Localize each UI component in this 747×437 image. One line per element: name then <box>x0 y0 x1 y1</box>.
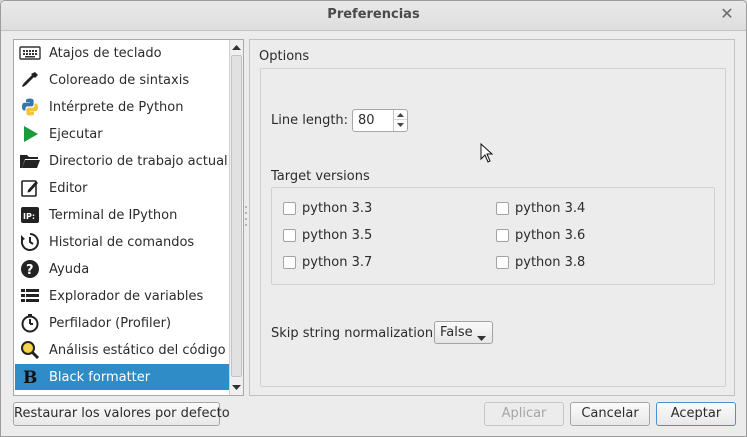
sidebar-item-label: Directorio de trabajo actual <box>49 153 228 169</box>
sidebar-item-run[interactable]: Ejecutar <box>15 121 229 147</box>
checkbox-label: python 3.5 <box>302 228 373 243</box>
checkbox-box[interactable] <box>283 256 296 269</box>
sidebar-item-label: Historial de comandos <box>49 234 195 250</box>
scroll-down-arrow-icon[interactable] <box>230 381 243 395</box>
preferences-dialog: Preferencias ✕ Atajos de teclado Colorea… <box>0 0 747 437</box>
splitter-handle[interactable] <box>245 206 248 226</box>
scrollbar-thumb[interactable] <box>231 55 242 377</box>
sidebar-item-label: Intérprete de Python <box>49 99 184 115</box>
checkbox-python-3-8[interactable]: python 3.8 <box>496 255 585 270</box>
play-icon <box>19 123 41 145</box>
svg-text:?: ? <box>26 263 34 278</box>
chevron-down-icon <box>477 330 486 345</box>
sidebar-item-code-analysis[interactable]: Análisis estático del código <box>15 337 229 363</box>
mouse-pointer-icon <box>480 142 494 167</box>
magnifier-icon <box>19 339 41 361</box>
sidebar-item-label: Análisis estático del código <box>49 342 226 358</box>
sidebar-item-label: Black formatter <box>49 369 151 385</box>
stopwatch-icon <box>19 312 41 334</box>
sidebar-item-editor[interactable]: Editor <box>15 175 229 201</box>
target-versions-group: python 3.3 python 3.4 python 3.5 python … <box>271 187 715 285</box>
svg-text:B: B <box>23 368 37 387</box>
sidebar-item-syntax-coloring[interactable]: Coloreado de sintaxis <box>15 67 229 93</box>
spin-up-arrow-icon[interactable] <box>394 110 407 120</box>
skip-string-normalization-label: Skip string normalization: <box>271 326 438 341</box>
checkbox-box[interactable] <box>496 256 509 269</box>
sidebar-item-keyboard-shortcuts[interactable]: Atajos de teclado <box>15 40 229 66</box>
options-group-label: Options <box>259 49 310 64</box>
checkbox-box[interactable] <box>496 229 509 242</box>
scroll-up-arrow-icon[interactable] <box>230 40 243 54</box>
checkbox-python-3-3[interactable]: python 3.3 <box>283 201 372 216</box>
checkbox-label: python 3.8 <box>515 255 586 270</box>
sidebar-item-label: Coloreado de sintaxis <box>49 72 190 88</box>
sidebar-item-label: Explorador de variables <box>49 288 204 304</box>
black-logo-icon: B <box>19 366 41 388</box>
target-versions-label: Target versions <box>271 169 370 184</box>
line-length-spinbox[interactable]: 80 <box>352 109 408 132</box>
sidebar-item-history[interactable]: Historial de comandos <box>15 229 229 255</box>
sidebar-item-label: Atajos de teclado <box>49 45 162 61</box>
sidebar-item-label: Ayuda <box>49 261 90 277</box>
checkbox-python-3-6[interactable]: python 3.6 <box>496 228 585 243</box>
history-icon <box>19 231 41 253</box>
preferences-sidebar-list[interactable]: Atajos de teclado Coloreado de sintaxis … <box>13 39 244 396</box>
combobox-value: False <box>440 325 473 340</box>
sidebar-item-ipython-console[interactable]: IP: Terminal de IPython <box>15 202 229 228</box>
skip-string-normalization-combobox[interactable]: False <box>434 321 493 344</box>
sidebar-item-python-interpreter[interactable]: Intérprete de Python <box>15 94 229 120</box>
edit-icon <box>19 177 41 199</box>
line-length-label: Line length: <box>271 113 349 128</box>
checkbox-label: python 3.4 <box>515 201 586 216</box>
accept-button[interactable]: Aceptar <box>656 402 736 426</box>
sidebar-item-variable-explorer[interactable]: Explorador de variables <box>15 283 229 309</box>
reset-defaults-button[interactable]: Restaurar los valores por defecto <box>13 402 230 426</box>
help-icon: ? <box>19 258 41 280</box>
checkbox-box[interactable] <box>283 229 296 242</box>
close-icon[interactable]: ✕ <box>718 5 736 23</box>
sidebar-item-label: Editor <box>49 180 88 196</box>
sidebar-item-profiler[interactable]: Perfilador (Profiler) <box>15 310 229 336</box>
spinbox-buttons <box>393 110 407 131</box>
ipython-icon: IP: <box>19 204 41 226</box>
table-icon <box>19 285 41 307</box>
sidebar-item-help[interactable]: ? Ayuda <box>15 256 229 282</box>
sidebar-item-label: Terminal de IPython <box>49 207 178 223</box>
sidebar-item-label: Perfilador (Profiler) <box>49 315 172 331</box>
line-length-value[interactable]: 80 <box>358 113 375 128</box>
keyboard-icon <box>19 42 41 64</box>
checkbox-python-3-7[interactable]: python 3.7 <box>283 255 372 270</box>
title-bar: Preferencias ✕ <box>1 1 746 31</box>
sidebar-item-label: Ejecutar <box>49 126 103 142</box>
preferences-page-black-formatter: Options Line length: 80 Target versions … <box>249 39 735 396</box>
checkbox-label: python 3.6 <box>515 228 586 243</box>
sidebar-item-working-directory[interactable]: Directorio de trabajo actual <box>15 148 229 174</box>
checkbox-label: python 3.7 <box>302 255 373 270</box>
sidebar-item-black-formatter[interactable]: B Black formatter <box>15 364 229 390</box>
python-icon <box>19 96 41 118</box>
dialog-title: Preferencias <box>327 7 420 22</box>
checkbox-box[interactable] <box>283 202 296 215</box>
cancel-button[interactable]: Cancelar <box>570 402 650 426</box>
sidebar-scrollbar[interactable] <box>229 40 243 395</box>
checkbox-box[interactable] <box>496 202 509 215</box>
checkbox-label: python 3.3 <box>302 201 373 216</box>
spin-down-arrow-icon[interactable] <box>394 120 407 130</box>
checkbox-python-3-5[interactable]: python 3.5 <box>283 228 372 243</box>
apply-button[interactable]: Aplicar <box>484 402 564 426</box>
folder-icon <box>19 150 41 172</box>
checkbox-python-3-4[interactable]: python 3.4 <box>496 201 585 216</box>
svg-text:IP:: IP: <box>23 212 35 221</box>
eyedropper-icon <box>19 69 41 91</box>
